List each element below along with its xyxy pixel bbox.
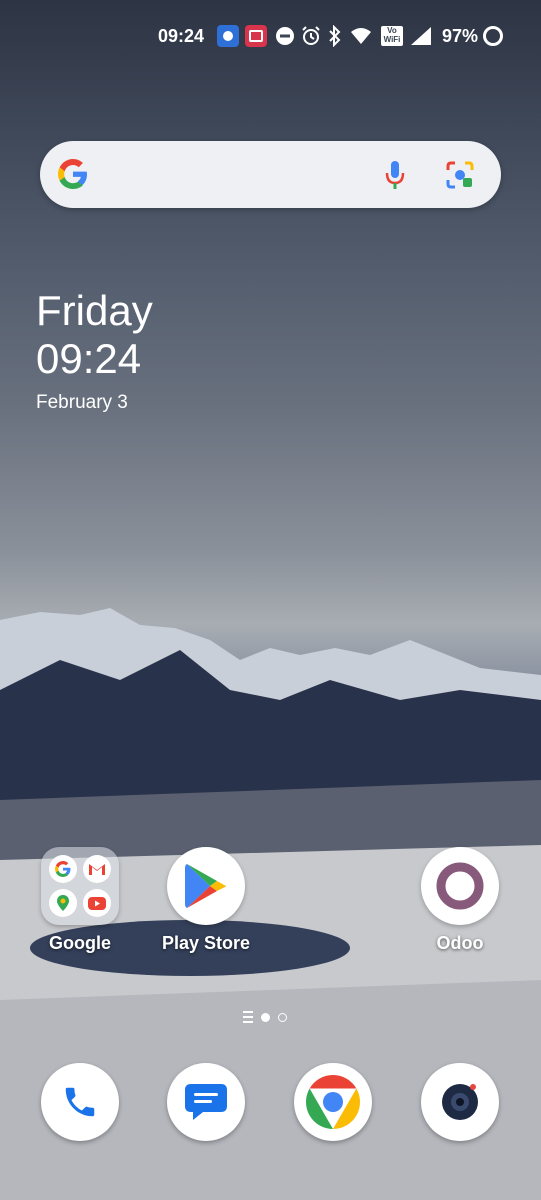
bluetooth-icon [328, 25, 342, 47]
app-play-store[interactable]: Play Store [151, 847, 261, 954]
focus-mode-icon [217, 25, 239, 47]
battery-icon [482, 25, 504, 47]
clock-date: February 3 [36, 392, 128, 413]
dock-chrome[interactable] [294, 1063, 372, 1141]
play-store-icon [167, 847, 245, 925]
app-label: Google [49, 933, 111, 953]
gmail-icon [83, 855, 111, 883]
chrome-icon [294, 1063, 372, 1141]
google-search-bar[interactable] [40, 141, 501, 208]
screen-record-icon [245, 25, 267, 47]
do-not-disturb-icon [275, 25, 295, 47]
microphone-icon[interactable] [383, 159, 407, 196]
camera-icon [421, 1063, 499, 1141]
app-label: Play Store [161, 933, 251, 953]
app-odoo[interactable]: Odoo [405, 847, 515, 954]
lens-camera-icon[interactable] [445, 160, 475, 195]
feed-lines-icon [243, 1011, 253, 1023]
clock-widget[interactable]: Friday 09:24 February 3 [36, 288, 153, 414]
page-dot-active [261, 1012, 270, 1022]
alarm-icon [300, 25, 322, 47]
clock-day: Friday [36, 287, 153, 334]
page-indicator [243, 1011, 287, 1023]
signal-icon [410, 25, 432, 47]
app-google-folder[interactable]: Google [25, 847, 135, 954]
odoo-icon [421, 847, 499, 925]
messages-icon [167, 1063, 245, 1141]
dock-messages[interactable] [167, 1063, 245, 1141]
clock-time: 09:24 [36, 335, 142, 382]
google-icon [49, 855, 77, 883]
battery-percent: 97% [442, 26, 479, 46]
vowifi-icon: Vo WiFi [381, 25, 403, 47]
phone-icon [41, 1063, 119, 1141]
page-dot [278, 1012, 287, 1022]
maps-icon [49, 889, 77, 917]
status-bar: 09:24 Vo WiFi 97% [0, 0, 541, 72]
youtube-icon [83, 889, 111, 917]
dock-camera[interactable] [421, 1063, 499, 1141]
wifi-icon [350, 25, 372, 47]
dock-phone[interactable] [41, 1063, 119, 1141]
status-time: 09:24 [158, 26, 205, 46]
google-folder-icon [41, 847, 119, 925]
app-label: Odoo [436, 933, 484, 953]
google-logo-icon [56, 157, 90, 196]
